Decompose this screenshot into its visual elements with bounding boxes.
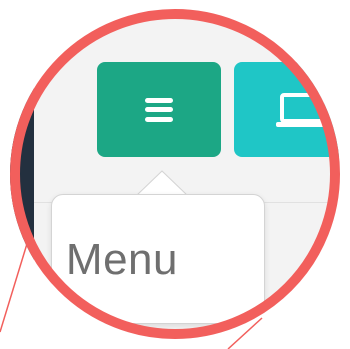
hamburger-menu-icon xyxy=(145,97,173,122)
sidebar-edge xyxy=(10,9,34,339)
laptop-icon xyxy=(276,92,328,127)
menu-tooltip: Menu xyxy=(51,194,265,324)
desktop-view-button[interactable] xyxy=(234,62,340,157)
menu-button[interactable] xyxy=(97,62,221,157)
tooltip-label: Menu xyxy=(65,235,178,284)
tooltip-arrow xyxy=(132,170,192,197)
magnified-callout: Menu xyxy=(0,0,350,349)
magnifier-lens: Menu xyxy=(10,9,340,339)
